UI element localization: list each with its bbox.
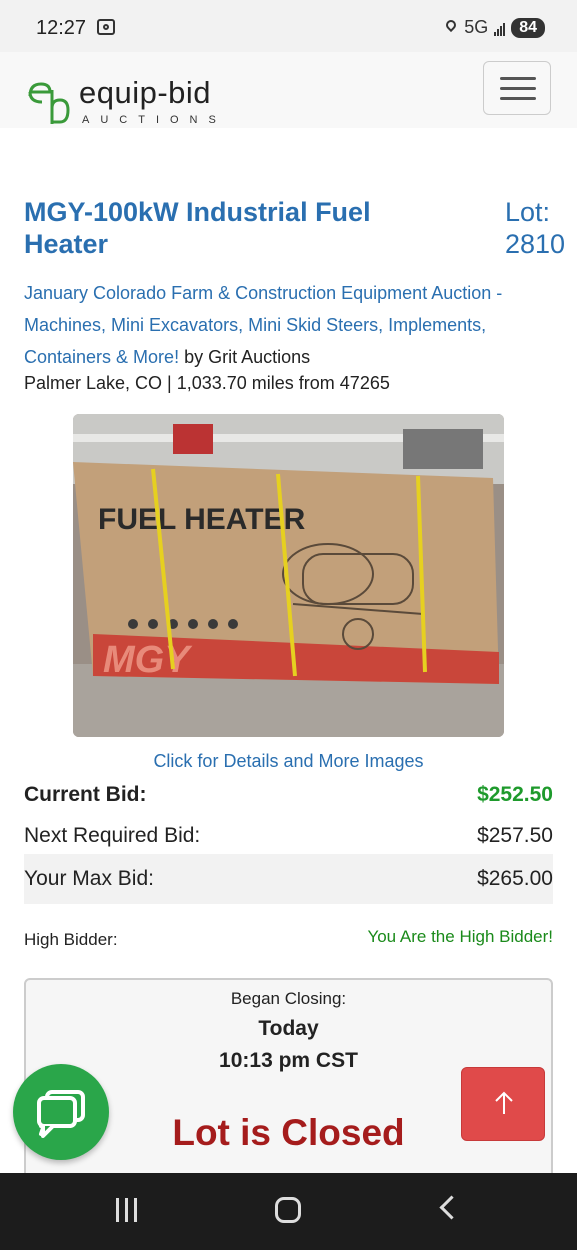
battery-icon: 84 <box>511 17 545 38</box>
network-label: 5G <box>464 17 489 37</box>
screen-record-icon <box>97 19 115 35</box>
box-brand-text: MGY <box>103 639 193 681</box>
status-indicators: 5G 84 <box>446 17 545 38</box>
lot-number: Lot: 2810 <box>505 197 566 259</box>
current-bid-row: Current Bid: $252.50 <box>24 774 553 816</box>
box-label-text: FUEL HEATER <box>98 503 306 536</box>
hamburger-menu-button[interactable] <box>483 61 551 115</box>
next-bid-value: $257.50 <box>477 824 553 847</box>
lot-photo[interactable]: FUEL HEATER MGY <box>73 414 504 737</box>
high-bidder-status: You Are the High Bidder! <box>367 927 553 946</box>
location-icon <box>446 20 458 36</box>
fuel-heater-box-image: FUEL HEATER MGY <box>73 414 504 737</box>
next-bid-row: Next Required Bid: $257.50 <box>24 815 553 857</box>
arrow-up-icon <box>495 1091 513 1114</box>
high-bidder-label: High Bidder: <box>24 930 118 949</box>
signal-icon <box>494 20 506 36</box>
status-bar: 12:27 5G 84 <box>0 0 577 52</box>
equip-bid-logo-icon[interactable] <box>26 78 72 128</box>
max-bid-label: Your Max Bid: <box>24 867 154 890</box>
scroll-to-top-button[interactable] <box>461 1067 545 1141</box>
lot-location: Palmer Lake, CO | 1,033.70 miles from 47… <box>24 373 390 393</box>
lot-title: MGY-100kW Industrial Fuel Heater <box>24 197 371 259</box>
hamburger-icon <box>500 77 536 80</box>
chat-button[interactable] <box>13 1064 109 1160</box>
logo-text[interactable]: equip-bid <box>79 75 211 111</box>
auctioneer-name: by Grit Auctions <box>179 347 311 367</box>
logo-subtext: AUCTIONS <box>82 114 227 126</box>
closing-day: Today <box>258 1017 319 1040</box>
current-bid-label: Current Bid: <box>24 783 147 806</box>
recent-apps-icon[interactable] <box>116 1198 137 1222</box>
current-bid-value: $252.50 <box>477 783 553 806</box>
auction-info: January Colorado Farm & Construction Equ… <box>24 277 554 373</box>
details-images-link[interactable]: Click for Details and More Images <box>0 751 577 772</box>
next-bid-label: Next Required Bid: <box>24 824 201 847</box>
max-bid-value: $265.00 <box>477 867 553 890</box>
began-closing-label: Began Closing: <box>230 989 347 1008</box>
max-bid-row: Your Max Bid: $265.00 <box>24 854 553 904</box>
chat-icon <box>37 1090 85 1138</box>
status-time: 12:27 <box>36 17 87 39</box>
home-icon[interactable] <box>275 1197 301 1223</box>
